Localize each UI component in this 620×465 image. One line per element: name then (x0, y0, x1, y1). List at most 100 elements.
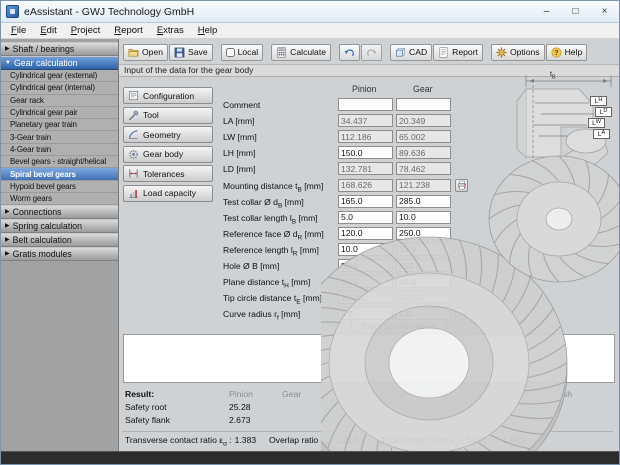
sidebar-item-label: Cylindrical gear (internal) (10, 83, 95, 93)
results-title: Result: (125, 389, 155, 399)
pinion-field-test-collar-length-lb[interactable] (338, 210, 393, 224)
result-value-safety-root-pinion: 25.28 (229, 402, 251, 412)
tooth-tip-chamfering-button[interactable]: Tooth tip chamfering (351, 319, 447, 333)
undo-icon (344, 47, 355, 58)
sidebar-item-gear-rack[interactable]: Gear rack (1, 94, 118, 107)
menu-item-help[interactable]: Help (191, 24, 225, 37)
pinion-field-test-collar-db[interactable] (338, 194, 393, 208)
pinion-field-comment[interactable] (338, 98, 393, 111)
form-row-plane-distance-th: Plane distance tH [mm] (119, 275, 619, 290)
gear-field-reference-length-lr[interactable] (396, 242, 451, 256)
pinion-field-reference-face-dr[interactable] (338, 226, 393, 240)
form-row-reference-face-dr: Reference face Ø dR [mm] (119, 226, 619, 242)
menu-item-edit[interactable]: Edit (33, 24, 63, 37)
sidebar-item-shaft-bearings[interactable]: ▶ Shaft / bearings (1, 42, 118, 56)
field-label: Comment (223, 100, 261, 110)
form-row-lh-mm: LH [mm] (119, 146, 619, 161)
sidebar-item-spiral-bevel-gears[interactable]: Spiral bevel gears (1, 168, 118, 181)
sidebar-item-label: Planetary gear train (10, 120, 77, 130)
menu-item-extras[interactable]: Extras (150, 24, 191, 37)
gear-field-reference-face-dr[interactable] (396, 226, 451, 240)
pinion-field-mounting-distance-tb (338, 178, 393, 192)
pinion-field-ld-mm (338, 162, 393, 176)
sidebar-item-spring-calculation[interactable]: ▶ Spring calculation (1, 219, 118, 234)
window-controls: – □ × (532, 1, 619, 22)
row-detail-button[interactable] (455, 307, 468, 321)
sidebar-item-label: Gear rack (10, 95, 44, 105)
form-row-reference-length-lr: Reference length lR [mm] (119, 242, 619, 258)
sidebar-item-cylindrical-gear-internal[interactable]: Cylindrical gear (internal) (1, 82, 118, 95)
sidebar-item-gear-calculation[interactable]: ▼ Gear calculation (1, 56, 118, 70)
report-button[interactable]: Report (433, 43, 483, 61)
cad-button[interactable]: CAD (390, 43, 433, 61)
options-button[interactable]: Options (490, 43, 545, 61)
sidebar-item-connections[interactable]: ▶ Connections (1, 205, 118, 220)
menu-item-project[interactable]: Project (64, 24, 108, 37)
gear-field-comment[interactable] (396, 98, 451, 111)
sidebar-item-bevel-gears-straight-helical[interactable]: Bevel gears - straight/helical (1, 156, 118, 169)
save-button[interactable]: Save (169, 43, 213, 61)
sidebar-item-label: Cylindrical gear (external) (10, 71, 98, 81)
pinion-field-lh-mm[interactable] (338, 146, 393, 160)
minimize-button[interactable]: – (532, 1, 561, 22)
sidebar-item-label: Belt calculation (12, 235, 72, 246)
pinion-field-hole-b-mm[interactable] (338, 259, 393, 272)
open-button[interactable]: Open (123, 43, 169, 61)
gear-field-mounting-distance-tb (396, 178, 451, 192)
local-checkbox[interactable] (225, 47, 235, 57)
local-button[interactable]: Local (220, 43, 264, 61)
sidebar-item-cylindrical-gear-pair[interactable]: Cylindrical gear pair (1, 106, 118, 120)
undo-button[interactable] (339, 43, 360, 61)
print-icon (457, 309, 467, 319)
sidebar-item-planetary-gear-train[interactable]: Planetary gear train (1, 119, 118, 132)
title-bar: eAssistant - GWJ Technology GmbH – □ × (1, 1, 619, 23)
gear-field-hole-b-mm[interactable] (396, 259, 451, 272)
gear-field-plane-distance-th[interactable] (396, 275, 451, 289)
menu-item-report[interactable]: Report (107, 24, 150, 37)
options-icon (496, 47, 507, 58)
redo-button (361, 43, 382, 61)
sidebar-item-label: Spiral bevel gears (10, 169, 76, 179)
result-label-safety-root: Safety root (125, 402, 167, 412)
field-label: LH [mm] (223, 148, 256, 159)
sidebar-item-cylindrical-gear-external[interactable]: Cylindrical gear (external) (1, 70, 118, 83)
toolbar: Open Save Local Calculate CAD Report Options He… (123, 42, 617, 62)
pinion-field-reference-length-lr[interactable] (338, 242, 393, 256)
sidebar-item-worm-gears[interactable]: Worm gears (1, 192, 118, 206)
calculate-button[interactable]: Calculate (271, 43, 331, 61)
gear-field-test-collar-db[interactable] (396, 194, 451, 208)
main-panel: Open Save Local Calculate CAD Report Options He… (119, 39, 619, 451)
pinion-field-plane-distance-th[interactable] (338, 275, 393, 289)
sidebar-item-label: Shaft / bearings (12, 44, 75, 54)
help-button[interactable]: Help (545, 43, 588, 61)
row-detail-button[interactable] (455, 178, 468, 192)
sidebar-item-gratis-modules[interactable]: ▶ Gratis modules (1, 247, 118, 262)
transverse-contact-ratio: Transverse contact ratio εα :1.383 (125, 435, 257, 448)
sidebar-item-3-gear-train[interactable]: 3-Gear train (1, 131, 118, 144)
sidebar-item-4-gear-train[interactable]: 4-Gear train (1, 143, 118, 157)
toolbar-button-label: Report (452, 47, 478, 57)
maximize-button[interactable]: □ (561, 1, 590, 22)
sidebar-item-label: 3-Gear train (10, 132, 51, 142)
sidebar-item-belt-calculation[interactable]: ▶ Belt calculation (1, 233, 118, 248)
menu-item-file[interactable]: File (4, 24, 33, 37)
form-row-hole-b-mm: Hole Ø B [mm] (119, 259, 619, 274)
form-row-comment: Comment (119, 98, 619, 113)
section-title: Input of the data for the gear body (124, 65, 254, 75)
toolbar-button-label: Calculate (290, 47, 326, 57)
field-label: Test collar length lB [mm] (223, 212, 318, 226)
toolbar-button-label: Help (564, 47, 583, 57)
app-window: eAssistant - GWJ Technology GmbH – □ × F… (0, 0, 620, 465)
gear-field-test-collar-length-lb[interactable] (396, 210, 451, 224)
total-contact-ratio: Total contact ratio εγ :2.601 1.843 (381, 435, 525, 448)
chevron-right-icon: ▶ (5, 46, 10, 52)
sidebar-item-label: Cylindrical gear pair (10, 108, 78, 118)
sidebar-item-label: Gear calculation (13, 58, 78, 68)
field-label: LA [mm] (223, 116, 255, 127)
close-button[interactable]: × (590, 1, 619, 22)
sidebar: ▶ Shaft / bearings ▼ Gear calculation Cylind… (1, 39, 119, 451)
sidebar-item-hypoid-bevel-gears[interactable]: Hypoid bevel gears (1, 180, 118, 193)
help-icon (551, 47, 562, 58)
form-row-lw-mm: LW [mm] (119, 130, 619, 145)
chevron-right-icon: ▶ (5, 237, 10, 244)
